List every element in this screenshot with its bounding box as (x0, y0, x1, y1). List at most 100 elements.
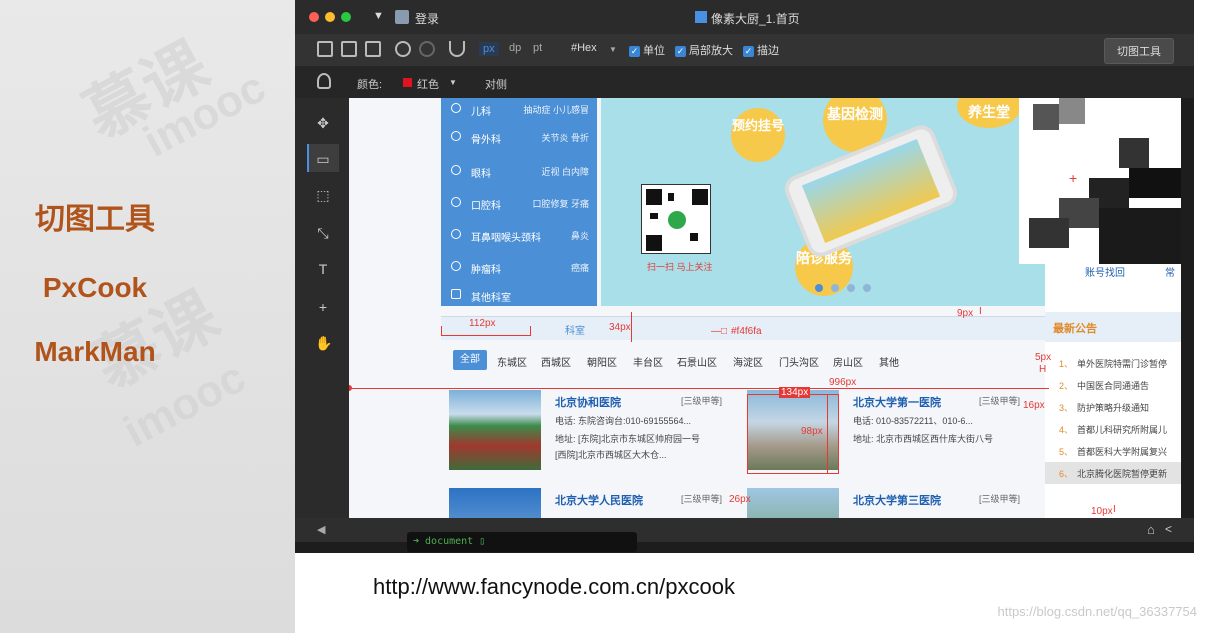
minimize-window-button[interactable] (325, 12, 335, 22)
bulb-icon[interactable] (317, 73, 331, 89)
eyedropper-tool-icon[interactable]: ⤡ (315, 226, 331, 240)
color-select[interactable]: 红色 (417, 76, 439, 92)
notice-item[interactable]: 1、 单外医院特需门诊暂停 (1045, 352, 1181, 374)
hospital-name[interactable]: 北京大学第三医院 (853, 492, 941, 508)
hospital-card[interactable]: 北京大学人民医院 [三级甲等] (449, 488, 749, 518)
measure-34px: 34px (609, 322, 631, 333)
district-option[interactable]: 其他 (879, 354, 899, 369)
console-snippet: ➜ document ▯ (407, 532, 637, 552)
district-option[interactable]: 海淀区 (733, 354, 763, 369)
bubble-health: 养生堂 (957, 98, 1021, 128)
new-artboard-icon[interactable] (317, 41, 333, 57)
unit-px-button[interactable]: px (479, 42, 499, 56)
measure-10px: 10px (1091, 506, 1113, 517)
measure-5px: 5px (1035, 352, 1052, 363)
district-option[interactable]: 房山区 (833, 354, 863, 369)
tab-department[interactable]: 科室 (565, 322, 585, 337)
hospital-image (449, 488, 541, 518)
move-tool-icon[interactable]: ✥ (315, 116, 331, 130)
common-link[interactable]: 常 (1165, 264, 1175, 279)
measure-marker: H (1039, 364, 1047, 375)
hospital-card[interactable]: 北京大学第三医院 [三级甲等] (747, 488, 1047, 518)
menu-item[interactable]: 耳鼻咽喉头颈科 鼻炎 (441, 224, 597, 246)
speaker-icon[interactable]: ◀ (317, 523, 325, 536)
district-option[interactable]: 门头沟区 (779, 354, 819, 369)
menu-item[interactable]: 骨外科 关节炎 骨折 (441, 126, 597, 148)
measure-98px: 98px (801, 426, 823, 437)
hand-tool-icon[interactable]: ✋ (315, 336, 332, 350)
notice-text: 首都儿科研究所附属儿 (1077, 425, 1168, 435)
document-title: 像素大厨_1.首页 (711, 12, 800, 26)
app-screenshot: ▼ 登录 像素大厨_1.首页 px dp pt #Hex ▼ ✓ 单位 ✓ 局部放大… (295, 0, 1194, 553)
hospital-name[interactable]: 北京大学第一医院 (853, 394, 941, 410)
unit-dp-button[interactable]: dp (509, 42, 521, 54)
menu-item[interactable]: 口腔科 口腔修复 牙痛 (441, 192, 597, 214)
option-stroke-label: 描边 (757, 45, 779, 57)
district-option[interactable]: 石景山区 (677, 354, 717, 369)
notice-item[interactable]: 2、 中国医合同通通告 (1045, 374, 1181, 396)
ruler-tool-icon[interactable]: ▭ (315, 152, 331, 166)
district-option[interactable]: 丰台区 (633, 354, 663, 369)
notice-item[interactable]: 5、 首都医科大学附属复兴 (1045, 440, 1181, 462)
unit-pt-button[interactable]: pt (533, 42, 542, 54)
district-all-button[interactable]: 全部 (453, 350, 487, 370)
qr-code (641, 184, 711, 254)
text-tool-icon[interactable]: T (315, 262, 331, 276)
color-label: 颜色: (357, 79, 383, 91)
menu-item[interactable]: 儿科 抽动症 小儿感冒 (441, 98, 597, 120)
color-swatch[interactable] (403, 78, 412, 87)
notice-item[interactable]: 3、 防护策略升级通知 (1045, 396, 1181, 418)
save-icon[interactable] (365, 41, 381, 57)
menu-item-sub: 抽动症 小儿感冒 (523, 105, 589, 115)
notice-text: 防护策略升级通知 (1077, 403, 1150, 413)
crosshair-icon: + (1069, 170, 1078, 186)
chevron-down-icon[interactable]: ▼ (449, 78, 457, 87)
carousel-dot[interactable] (863, 284, 871, 292)
align-option[interactable]: 对侧 (485, 76, 507, 92)
open-folder-icon[interactable] (341, 41, 357, 57)
notice-title: 最新公告 (1045, 312, 1181, 342)
undo-icon[interactable] (395, 41, 411, 57)
account-recovery-link[interactable]: 账号找回 (1085, 264, 1125, 279)
csdn-credit: https://blog.csdn.net/qq_36337754 (997, 604, 1198, 619)
menu-item[interactable]: 其他科室 (441, 284, 597, 306)
option-unit-checkbox[interactable]: ✓ 单位 (629, 42, 665, 58)
menu-item[interactable]: 肿瘤科 癌痛 (441, 256, 597, 278)
department-icon (451, 131, 461, 141)
notice-item[interactable]: 4、 首都儿科研究所附属儿 (1045, 418, 1181, 440)
notice-item[interactable]: 6、 北京腾化医院暂停更新 (1045, 462, 1181, 484)
home-icon[interactable]: ⌂ (1147, 522, 1155, 537)
select-tool-icon[interactable]: ⬚ (315, 188, 331, 202)
measure-26px: 26px (729, 494, 751, 505)
design-canvas[interactable]: 儿科 抽动症 小儿感冒 骨外科 关节炎 骨折 眼科 近视 白内障 口腔科 口腔修复 牙痛… (349, 98, 1181, 518)
login-link[interactable]: 登录 (415, 10, 439, 27)
pxcook-url[interactable]: http://www.fancynode.com.cn/pxcook (373, 574, 735, 600)
menu-item-label: 骨外科 (471, 135, 501, 146)
district-option[interactable]: 朝阳区 (587, 354, 617, 369)
carousel-dot[interactable] (847, 284, 855, 292)
wifi-icon[interactable]: ▼ (373, 10, 384, 22)
close-window-button[interactable] (309, 12, 319, 22)
district-option[interactable]: 东城区 (497, 354, 527, 369)
notice-text: 首都医科大学附属复兴 (1077, 447, 1168, 457)
avatar-icon[interactable] (395, 10, 409, 24)
magnet-icon[interactable] (449, 41, 465, 57)
chevron-down-icon[interactable]: ▼ (609, 45, 617, 54)
carousel-dot[interactable] (831, 284, 839, 292)
hospital-image (747, 488, 839, 518)
option-zoom-checkbox[interactable]: ✓ 局部放大 (675, 42, 733, 58)
redo-icon[interactable] (419, 41, 435, 57)
cut-tools-button[interactable]: 切图工具 (1104, 38, 1174, 64)
hospital-name[interactable]: 北京协和医院 (555, 394, 621, 410)
maximize-window-button[interactable] (341, 12, 351, 22)
hospital-name[interactable]: 北京大学人民医院 (555, 492, 643, 508)
district-option[interactable]: 西城区 (541, 354, 571, 369)
menu-item[interactable]: 眼科 近视 白内障 (441, 160, 597, 182)
crosshair-tool-icon[interactable]: + (315, 300, 331, 314)
color-format-select[interactable]: #Hex (571, 42, 597, 54)
share-icon[interactable]: < (1165, 522, 1172, 536)
banner: 预约挂号 基因检测 养生堂 陪诊服务 扫一扫 马上关注 (601, 98, 1045, 306)
option-stroke-checkbox[interactable]: ✓ 描边 (743, 42, 779, 58)
carousel-dot-active[interactable] (815, 284, 823, 292)
hospital-card[interactable]: 北京协和医院 [三级甲等] 电话: 东院咨询台:010-69155564... … (449, 390, 749, 476)
